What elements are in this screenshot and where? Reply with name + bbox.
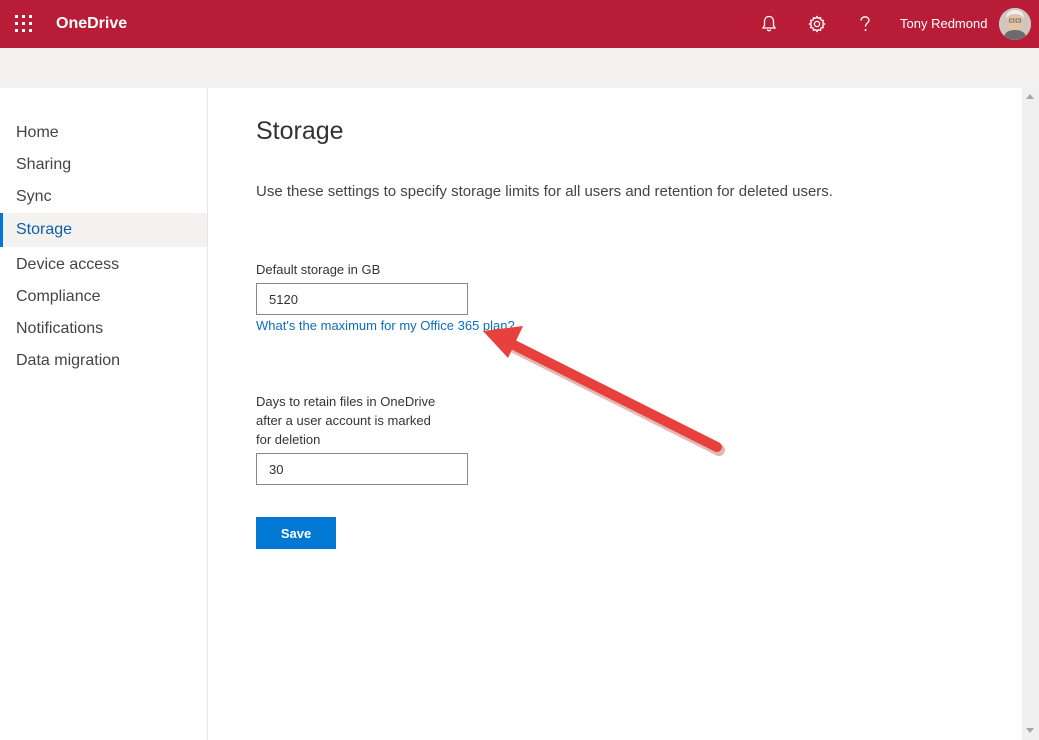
gear-icon[interactable] <box>805 12 829 36</box>
nav-item-label: Notifications <box>16 320 104 337</box>
vertical-scrollbar[interactable] <box>1022 88 1039 740</box>
storage-plan-help-link[interactable]: What's the maximum for my Office 365 pla… <box>256 317 515 334</box>
page-description: Use these settings to specify storage li… <box>256 183 833 200</box>
retention-label-line-3: for deletion <box>256 432 321 447</box>
suite-header: OneDrive Tony Redmond <box>0 0 1039 48</box>
nav-item-notifications[interactable]: Notifications <box>0 312 207 346</box>
nav-item-home[interactable]: Home <box>0 116 207 150</box>
nav-item-data-migration[interactable]: Data migration <box>0 344 207 378</box>
nav-item-label: Compliance <box>16 288 101 305</box>
command-bar <box>0 48 1039 88</box>
nav-item-label: Device access <box>16 256 120 273</box>
left-navigation: Home Sharing Sync Storage Device access … <box>0 88 208 740</box>
app-launcher-icon[interactable] <box>15 15 32 32</box>
bell-icon[interactable] <box>757 12 781 36</box>
retention-label-line-2: after a user account is marked <box>256 413 431 428</box>
nav-item-storage[interactable]: Storage <box>0 213 207 247</box>
scroll-up-arrow-icon[interactable] <box>1026 94 1034 99</box>
default-storage-input[interactable] <box>256 283 468 315</box>
user-name[interactable]: Tony Redmond <box>900 16 987 32</box>
nav-item-label: Sync <box>16 188 52 205</box>
nav-item-compliance[interactable]: Compliance <box>0 280 207 314</box>
save-button[interactable]: Save <box>256 517 336 549</box>
nav-item-device-access[interactable]: Device access <box>0 248 207 282</box>
red-arrow-icon <box>483 326 725 456</box>
retention-days-input[interactable] <box>256 453 468 485</box>
nav-item-label: Home <box>16 124 59 141</box>
default-storage-label: Default storage in GB <box>256 262 381 277</box>
avatar[interactable] <box>999 8 1031 40</box>
help-icon[interactable] <box>853 12 877 36</box>
retention-label-line-1: Days to retain files in OneDrive <box>256 394 436 409</box>
page-title: Storage <box>256 117 344 145</box>
nav-item-sharing[interactable]: Sharing <box>0 148 207 182</box>
scroll-down-arrow-icon[interactable] <box>1026 728 1034 733</box>
nav-item-sync[interactable]: Sync <box>0 180 207 214</box>
nav-item-label: Sharing <box>16 156 72 173</box>
nav-item-label: Data migration <box>16 352 121 369</box>
nav-item-label: Storage <box>16 221 73 238</box>
app-name[interactable]: OneDrive <box>56 14 127 34</box>
